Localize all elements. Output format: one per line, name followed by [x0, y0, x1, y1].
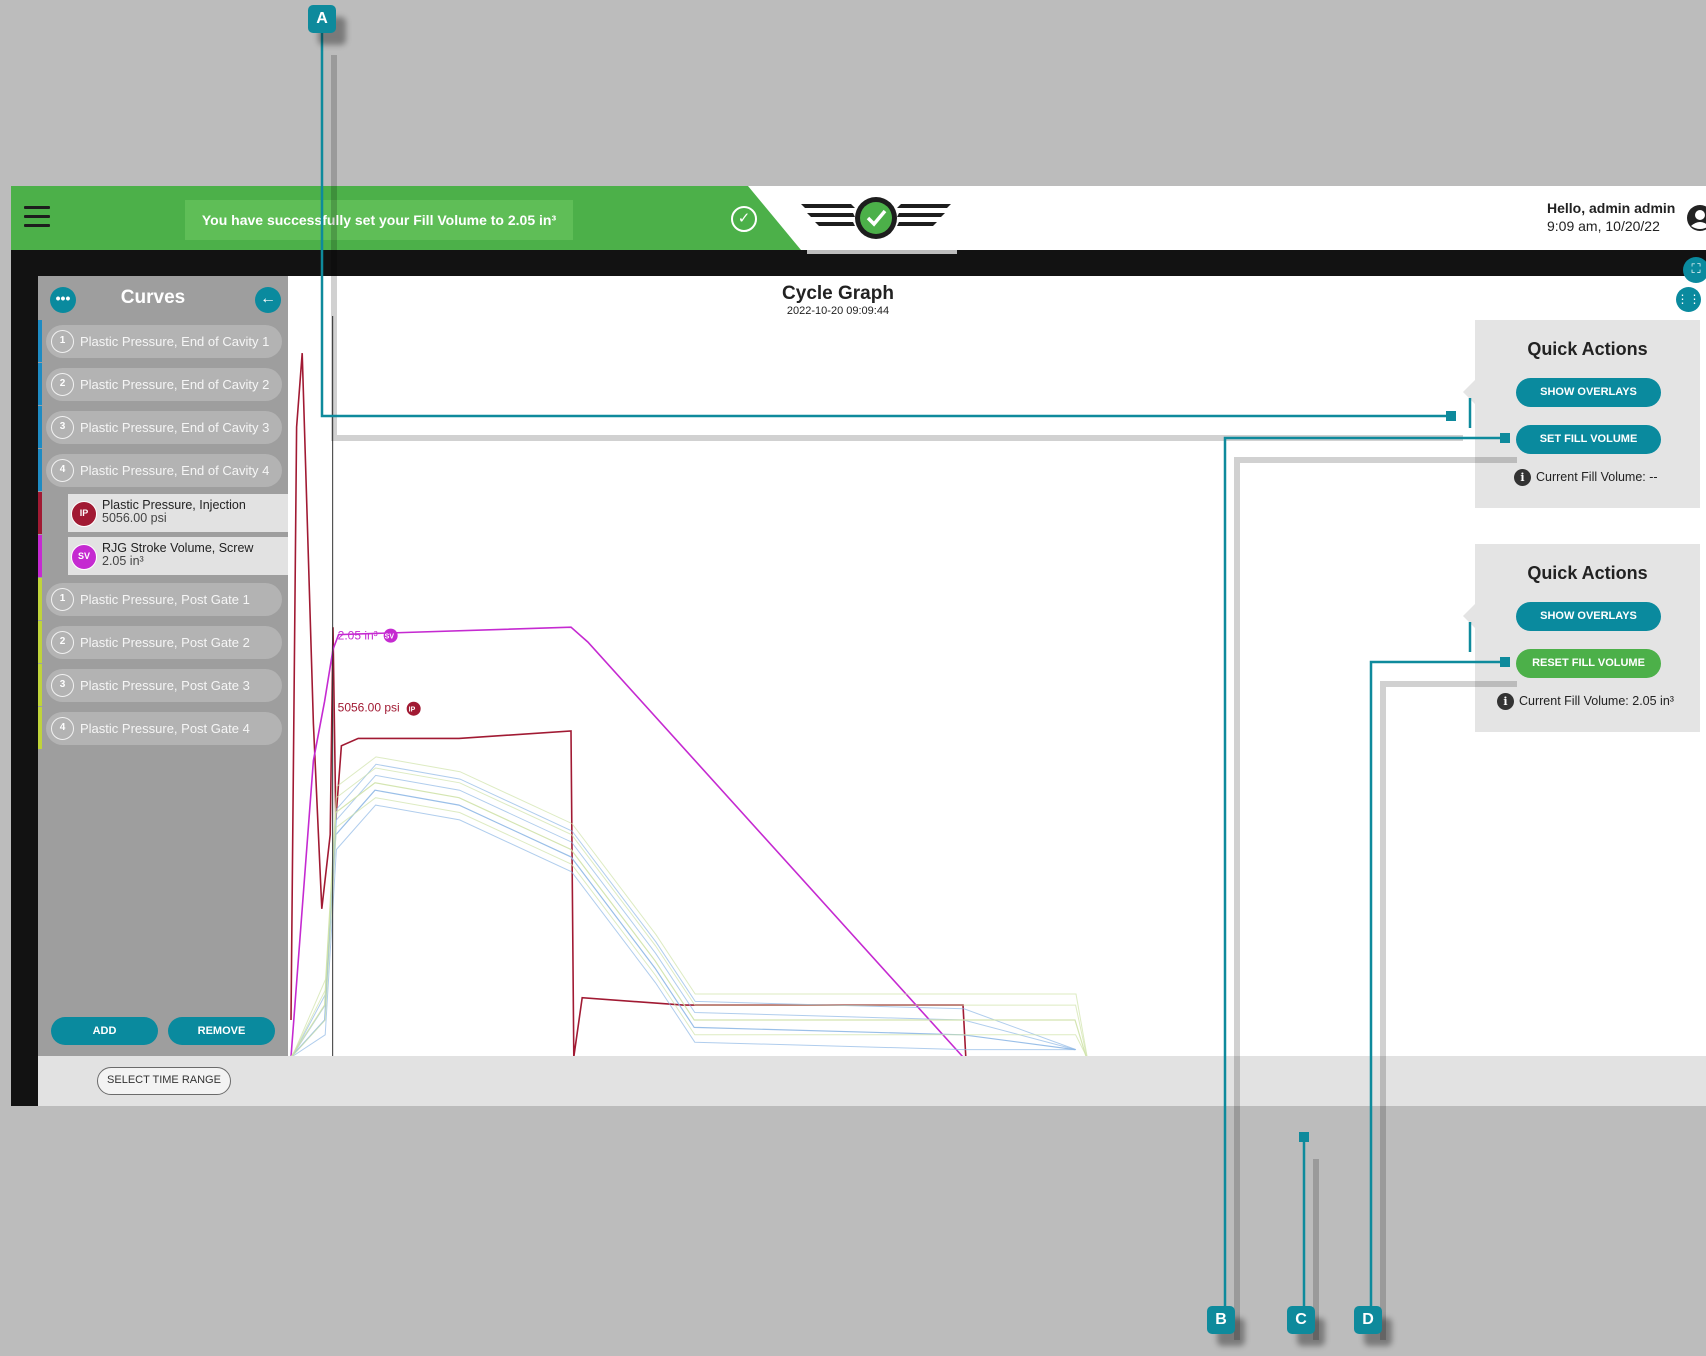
callout-badge-d: D — [1354, 1306, 1382, 1334]
callout-leader-line-b — [1223, 436, 1505, 1318]
callout-anchor-d — [1500, 657, 1510, 667]
callout-badge-b: B — [1207, 1306, 1235, 1334]
callout-leader-shadow — [1234, 457, 1517, 1340]
callout-badge-a: A — [308, 5, 336, 33]
callout-anchor-b — [1500, 433, 1510, 443]
callout-leader-line-d — [1369, 660, 1505, 1318]
callout-overlay — [320, 33, 1517, 1340]
callout-leader-shadow — [1380, 681, 1517, 1340]
callout-badge-c: C — [1287, 1306, 1315, 1334]
callout-leader-line-a — [320, 33, 1451, 418]
screenshot-stage: You have successfully set your Fill Volu… — [0, 0, 1706, 1356]
callout-leader-shadow — [331, 55, 1463, 441]
callout-anchor-c — [1299, 1132, 1309, 1142]
callout-anchor-a — [1446, 411, 1456, 421]
